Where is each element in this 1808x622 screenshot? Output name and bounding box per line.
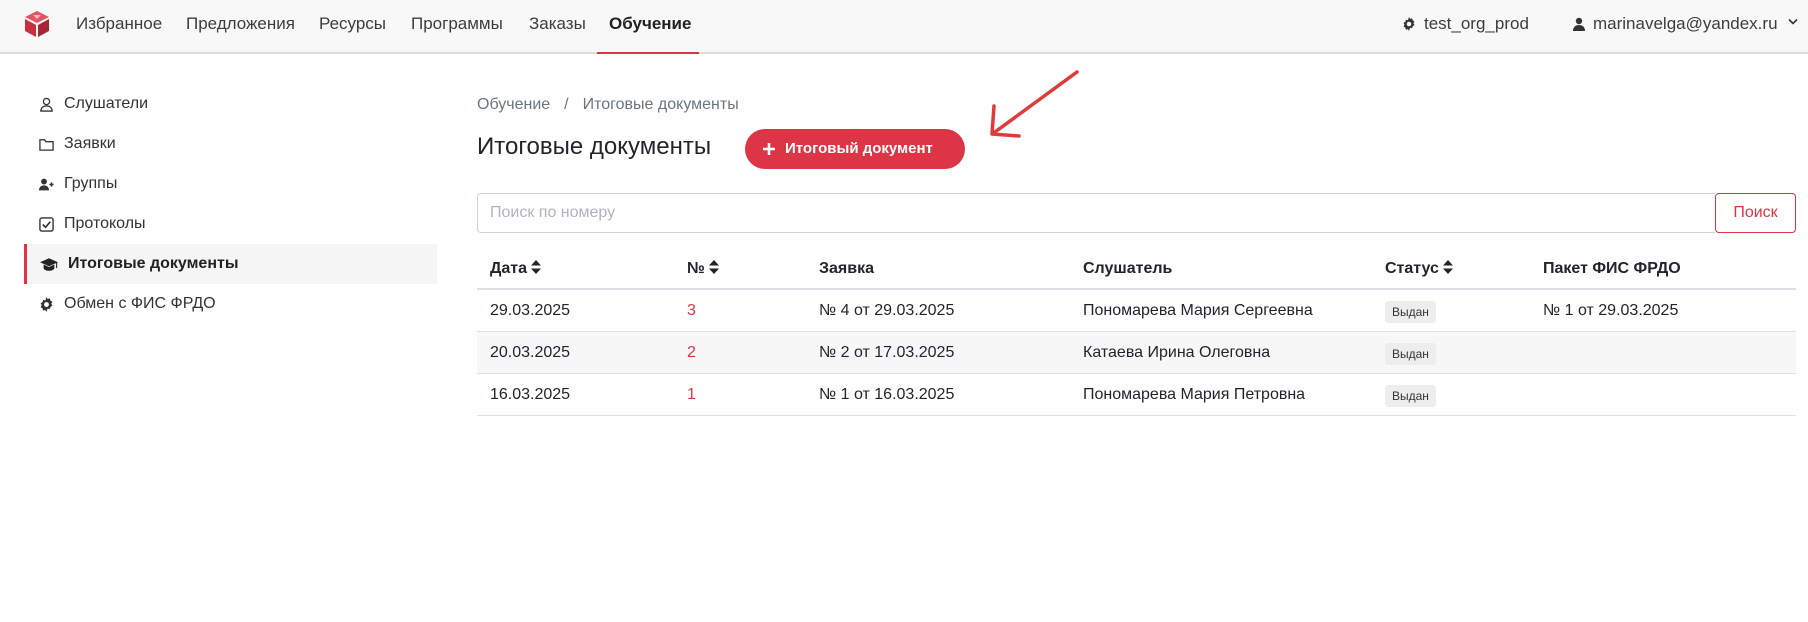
- column-header-number[interactable]: №: [687, 248, 719, 290]
- sidebar-item-label: Обмен с ФИС ФРДО: [64, 295, 216, 312]
- user-plus-icon: [39, 178, 54, 191]
- sidebar-item-label: Протоколы: [64, 215, 146, 232]
- sidebar-item-protocols[interactable]: Протоколы: [24, 204, 437, 244]
- column-header-fis-package: Пакет ФИС ФРДО: [1543, 260, 1681, 277]
- gear-icon: [40, 297, 53, 312]
- cell-request: № 4 от 29.03.2025: [819, 302, 955, 319]
- table-row: 29.03.2025 3 № 4 от 29.03.2025 Пономарев…: [477, 290, 1796, 332]
- breadcrumb: Обучение / Итоговые документы: [477, 96, 739, 114]
- nav-item-orders[interactable]: Заказы: [529, 0, 586, 53]
- status-badge: Выдан: [1385, 301, 1436, 323]
- sort-icon: [1442, 260, 1453, 274]
- sidebar-item-label: Группы: [64, 175, 118, 192]
- nav-active-indicator: [597, 52, 699, 54]
- sidebar-item-fis-frdo-exchange[interactable]: Обмен с ФИС ФРДО: [24, 284, 437, 324]
- cell-number-link[interactable]: 2: [687, 332, 696, 374]
- table-row: 16.03.2025 1 № 1 от 16.03.2025 Пономарев…: [477, 374, 1796, 416]
- sidebar-item-label: Итоговые документы: [68, 255, 239, 272]
- cell-number-link[interactable]: 3: [687, 290, 696, 332]
- status-badge: Выдан: [1385, 343, 1436, 365]
- cell-fis-package: № 1 от 29.03.2025: [1543, 302, 1679, 319]
- breadcrumb-link-education[interactable]: Обучение: [477, 96, 550, 113]
- user-icon: [1573, 17, 1585, 31]
- sidebar-item-final-documents[interactable]: Итоговые документы: [24, 244, 437, 284]
- sidebar-item-groups[interactable]: Группы: [24, 164, 437, 204]
- cell-number-link[interactable]: 1: [687, 374, 696, 416]
- cell-student: Катаева Ирина Олеговна: [1083, 344, 1271, 361]
- org-selector[interactable]: test_org_prod: [1402, 0, 1529, 48]
- org-name: test_org_prod: [1424, 14, 1529, 33]
- nav-item-resources[interactable]: Ресурсы: [319, 0, 386, 53]
- column-header-student: Слушатель: [1083, 260, 1173, 277]
- documents-table: Дата № Заявка Слушатель Статус Пакет ФИС…: [477, 248, 1796, 416]
- sidebar-item-label: Заявки: [64, 135, 116, 152]
- graduation-cap-icon: [40, 258, 58, 271]
- top-navbar: Избранное Предложения Ресурсы Программы …: [0, 0, 1808, 54]
- folder-icon: [39, 139, 54, 151]
- check-square-icon: [39, 217, 54, 232]
- nav-item-education[interactable]: Обучение: [609, 0, 691, 53]
- cell-student: Пономарева Мария Петровна: [1083, 386, 1306, 403]
- nav-item-favorites[interactable]: Избранное: [76, 0, 162, 53]
- add-final-document-button[interactable]: Итоговый документ: [745, 129, 965, 169]
- column-header-request: Заявка: [819, 260, 874, 277]
- sidebar-item-label: Слушатели: [64, 95, 149, 112]
- cell-date: 29.03.2025: [490, 302, 571, 319]
- sidebar-item-students[interactable]: Слушатели: [24, 84, 437, 124]
- add-button-label: Итоговый документ: [785, 140, 933, 157]
- column-header-status[interactable]: Статус: [1385, 248, 1453, 290]
- user-email: marinavelga@yandex.ru: [1593, 14, 1778, 33]
- chevron-down-icon: [1788, 18, 1798, 25]
- page-title: Итоговые документы: [477, 133, 712, 160]
- cell-date: 16.03.2025: [490, 386, 571, 403]
- annotation-arrow-icon: [990, 70, 1079, 138]
- table-row: 20.03.2025 2 № 2 от 17.03.2025 Катаева И…: [477, 332, 1796, 374]
- sidebar-item-requests[interactable]: Заявки: [24, 124, 437, 164]
- nav-item-programs[interactable]: Программы: [411, 0, 503, 53]
- gear-icon: [1403, 17, 1415, 31]
- breadcrumb-current: Итоговые документы: [582, 96, 739, 113]
- status-badge: Выдан: [1385, 385, 1436, 407]
- user-menu[interactable]: marinavelga@yandex.ru: [1573, 0, 1798, 48]
- column-header-date[interactable]: Дата: [490, 248, 542, 290]
- cell-request: № 1 от 16.03.2025: [819, 386, 955, 403]
- table-header: Дата № Заявка Слушатель Статус Пакет ФИС…: [477, 248, 1796, 290]
- cell-student: Пономарева Мария Сергеевна: [1083, 302, 1313, 319]
- search-input[interactable]: [477, 193, 1715, 233]
- breadcrumb-separator: /: [564, 96, 569, 113]
- search-button[interactable]: Поиск: [1715, 193, 1796, 233]
- sort-icon: [708, 260, 719, 274]
- plus-icon: [763, 143, 775, 155]
- user-icon: [40, 97, 53, 112]
- sort-icon: [531, 260, 542, 274]
- logo-icon[interactable]: [22, 9, 52, 39]
- cell-request: № 2 от 17.03.2025: [819, 344, 955, 361]
- nav-item-offers[interactable]: Предложения: [186, 0, 295, 53]
- cell-date: 20.03.2025: [490, 344, 571, 361]
